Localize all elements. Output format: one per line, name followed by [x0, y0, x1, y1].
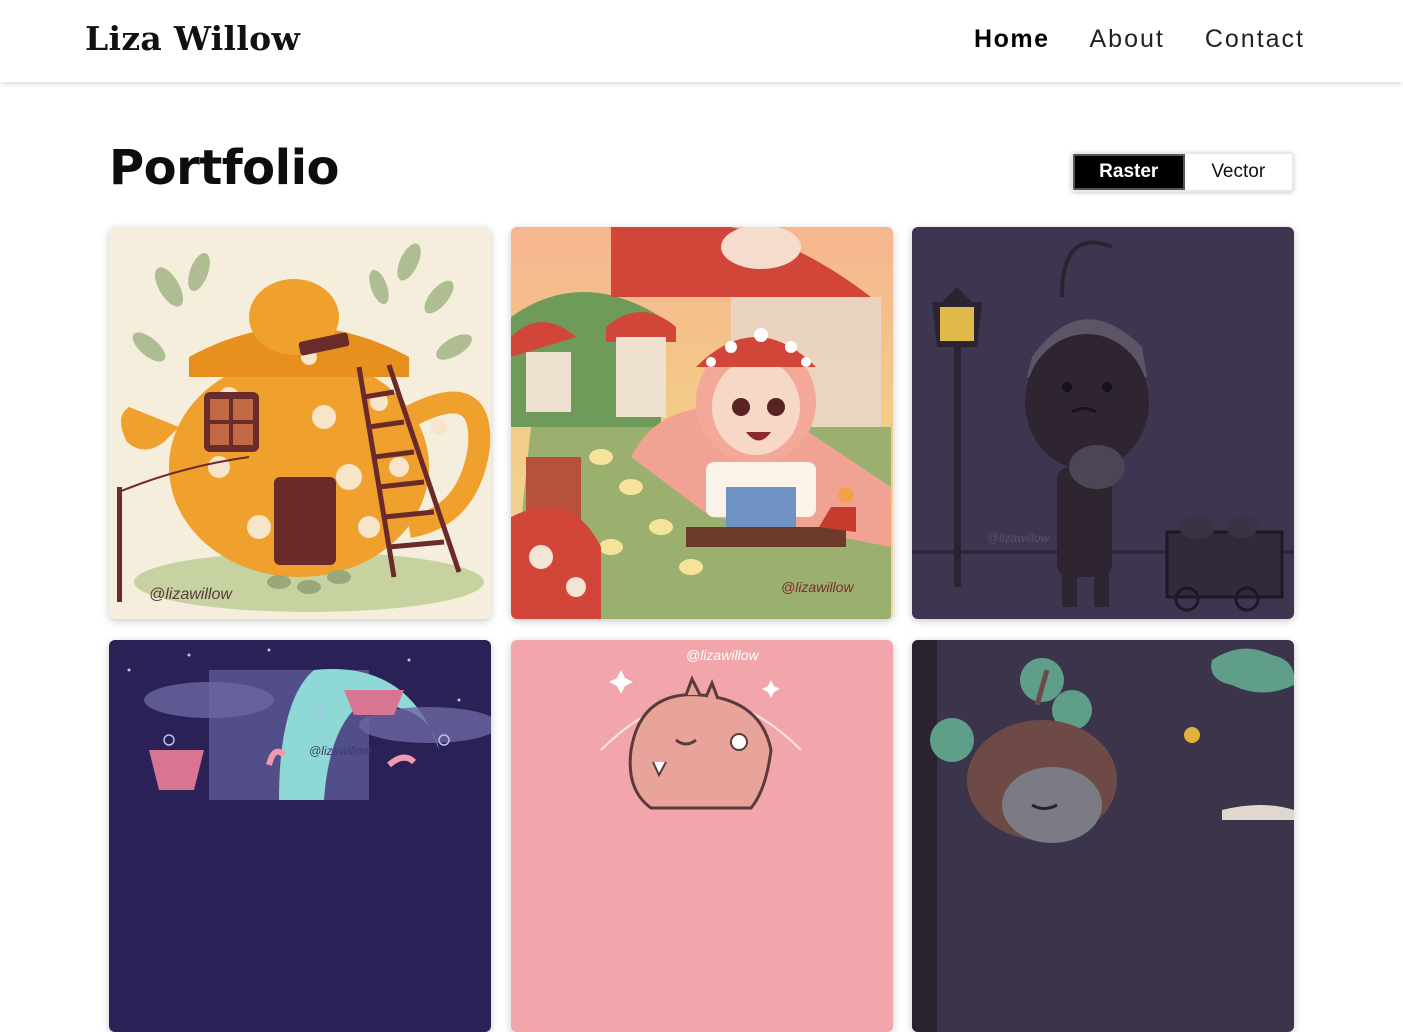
- mushroom-girl-artwork: @lizawillow: [511, 227, 893, 619]
- nav-about-link[interactable]: About: [1089, 25, 1164, 54]
- gallery-card-night-forest[interactable]: [912, 640, 1294, 1032]
- navbar: Liza Willow Home About Contact: [0, 0, 1403, 82]
- watermark-text: @lizawillow: [686, 647, 759, 663]
- night-forest-artwork: [912, 640, 1294, 1032]
- raster-vector-toggle: Raster Vector: [1071, 152, 1294, 192]
- vector-toggle-button[interactable]: Vector: [1184, 154, 1292, 190]
- nav-home-link[interactable]: Home: [974, 25, 1049, 54]
- gallery-card-mushroom-girl[interactable]: @lizawillow: [511, 227, 893, 619]
- watermark-text: @lizawillow: [309, 744, 373, 758]
- gallery-card-moon-islands[interactable]: @lizawillow: [109, 640, 491, 1032]
- gallery-card-teapot[interactable]: @lizawillow: [109, 227, 491, 619]
- watermark-text: @lizawillow: [149, 586, 233, 603]
- gallery-card-pink-dino[interactable]: @lizawillow: [511, 640, 893, 1032]
- watermark-text: @lizawillow: [781, 579, 854, 595]
- moon-islands-artwork: @lizawillow: [109, 640, 491, 1032]
- watermark-text: @lizawillow: [987, 531, 1051, 545]
- night-boy-artwork: @lizawillow: [912, 227, 1294, 619]
- pink-dino-artwork: @lizawillow: [511, 640, 893, 1032]
- main-nav: Home About Contact: [974, 25, 1305, 54]
- nav-contact-link[interactable]: Contact: [1205, 25, 1305, 54]
- gallery-card-night-boy[interactable]: @lizawillow: [912, 227, 1294, 619]
- page-title: Portfolio: [109, 140, 340, 196]
- raster-toggle-button[interactable]: Raster: [1073, 154, 1185, 190]
- brand-logo-link[interactable]: Liza Willow: [85, 19, 300, 58]
- teapot-house-artwork: @lizawillow: [109, 227, 491, 619]
